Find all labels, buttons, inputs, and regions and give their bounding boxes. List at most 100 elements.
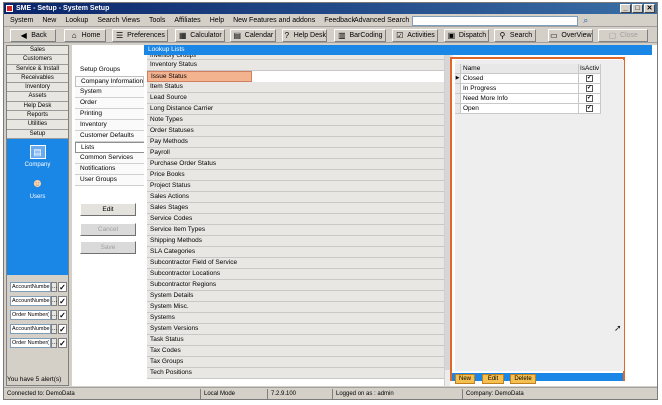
checkmark-icon[interactable]: ✓ bbox=[58, 309, 67, 320]
ellipsis-button[interactable]: ... bbox=[51, 295, 57, 306]
cell-name[interactable]: In Progress bbox=[461, 84, 579, 94]
column-header-isactive[interactable]: IsActiv bbox=[579, 64, 601, 74]
lookup-item-project-status[interactable]: Project Status bbox=[147, 181, 453, 192]
home-button[interactable]: ⌂ Home bbox=[64, 29, 106, 42]
maximize-button[interactable]: □ bbox=[632, 4, 643, 13]
lookup-item-shipping-methods[interactable]: Shipping Methods bbox=[147, 236, 453, 247]
barcoding-button[interactable]: ▥ BarCoding bbox=[334, 29, 386, 42]
nav-service-install[interactable]: Service & Install bbox=[7, 64, 68, 74]
account-field[interactable]: AccountNumbe bbox=[10, 295, 51, 306]
nav-receivables[interactable]: Receivables bbox=[7, 73, 68, 84]
new-button[interactable]: New bbox=[455, 374, 475, 384]
edit-button[interactable]: Edit bbox=[80, 203, 136, 216]
checkmark-icon[interactable]: ✓ bbox=[58, 295, 67, 306]
cell-isactive[interactable]: ✓ bbox=[579, 104, 601, 114]
cancel-button[interactable]: Cancel bbox=[80, 223, 136, 236]
search-go-icon[interactable]: ⌕ bbox=[580, 15, 591, 26]
lookup-item-lead-source[interactable]: Lead Source bbox=[147, 93, 453, 104]
lookup-item-task-status[interactable]: Task Status bbox=[147, 335, 453, 346]
table-row[interactable]: ▶ Closed ✓ bbox=[455, 74, 601, 84]
table-row[interactable]: Open ✓ bbox=[455, 104, 601, 114]
order-field[interactable]: Order Number( bbox=[10, 309, 51, 320]
table-row[interactable]: In Progress ✓ bbox=[455, 84, 601, 94]
cell-isactive[interactable]: ✓ bbox=[579, 84, 601, 94]
isactive-checkbox[interactable]: ✓ bbox=[586, 95, 593, 102]
lookup-item-tax-groups[interactable]: Tax Groups bbox=[147, 357, 453, 368]
checkmark-icon[interactable]: ✓ bbox=[58, 281, 67, 292]
tab-common-services[interactable]: Common Services bbox=[75, 153, 144, 164]
column-header-name[interactable]: Name bbox=[461, 64, 579, 74]
tab-printing[interactable]: Printing bbox=[75, 109, 144, 120]
lookup-item-price-books[interactable]: Price Books bbox=[147, 170, 453, 181]
help-desk-button[interactable]: ? Help Desk bbox=[282, 29, 327, 42]
lookup-item-systems[interactable]: Systems bbox=[147, 313, 453, 324]
cell-name[interactable]: Open bbox=[461, 104, 579, 114]
tab-lists[interactable]: Lists bbox=[75, 142, 144, 153]
tab-inventory[interactable]: Inventory bbox=[75, 120, 144, 131]
nav-setup[interactable]: Setup bbox=[7, 129, 68, 139]
cell-name[interactable]: Need More Info bbox=[461, 94, 579, 104]
nav-help-desk[interactable]: Help Desk bbox=[7, 101, 68, 112]
close-window-button[interactable]: ✕ bbox=[644, 4, 655, 13]
nav-reports[interactable]: Reports bbox=[7, 111, 68, 121]
lookup-item-order-statuses[interactable]: Order Statuses bbox=[147, 126, 453, 137]
table-row[interactable]: Need More Info ✓ bbox=[455, 94, 601, 104]
calendar-button[interactable]: ▤ Calendar bbox=[230, 29, 276, 42]
overview-button[interactable]: ▭ OverView bbox=[548, 29, 593, 42]
tab-company-information[interactable]: Company Information bbox=[75, 76, 144, 87]
lookup-item-subcontractor-field-of-service[interactable]: Subcontractor Field of Service bbox=[147, 258, 453, 269]
lookup-item-service-item-types[interactable]: Service Item Types bbox=[147, 225, 453, 236]
grid-edit-button[interactable]: Edit bbox=[482, 374, 504, 384]
lookup-item-system-details[interactable]: System Details bbox=[147, 291, 453, 302]
isactive-checkbox[interactable]: ✓ bbox=[586, 85, 593, 92]
ellipsis-button[interactable]: ... bbox=[51, 323, 57, 334]
account-field[interactable]: AccountNumbe bbox=[10, 281, 51, 292]
lookup-item-issue-status[interactable]: Issue Status bbox=[147, 71, 252, 82]
close-button[interactable]: ▢ Close bbox=[598, 29, 648, 42]
ellipsis-button[interactable]: ... bbox=[51, 309, 57, 320]
lookup-item-service-codes[interactable]: Service Codes bbox=[147, 214, 453, 225]
search-button[interactable]: ⚲ Search bbox=[494, 29, 536, 42]
activities-button[interactable]: ☑ Activities bbox=[392, 29, 438, 42]
lookup-item-sla-categories[interactable]: SLA Categories bbox=[147, 247, 453, 258]
account-field[interactable]: AccountNumbe bbox=[10, 323, 51, 334]
ellipsis-button[interactable]: ... bbox=[51, 337, 57, 348]
calculator-button[interactable]: ▦ Calculator bbox=[175, 29, 225, 42]
lookup-item-payroll[interactable]: Payroll bbox=[147, 148, 453, 159]
nav-assets[interactable]: Assets bbox=[7, 92, 68, 102]
lookup-item-pay-methods[interactable]: Pay Methods bbox=[147, 137, 453, 148]
cell-isactive[interactable]: ✓ bbox=[579, 74, 601, 84]
nav-users[interactable]: ☻ Users bbox=[7, 177, 68, 200]
lookup-item-purchase-order-status[interactable]: Purchase Order Status bbox=[147, 159, 453, 170]
isactive-checkbox[interactable]: ✓ bbox=[586, 105, 593, 112]
menu-search-views[interactable]: Search Views bbox=[97, 17, 140, 24]
nav-utilities[interactable]: Utilities bbox=[7, 120, 68, 130]
lookup-item-subcontractor-locations[interactable]: Subcontractor Locations bbox=[147, 269, 453, 280]
nav-sales[interactable]: Sales bbox=[7, 46, 68, 56]
checkmark-icon[interactable]: ✓ bbox=[58, 337, 67, 348]
save-button[interactable]: Save bbox=[80, 241, 136, 254]
lookup-item-note-types[interactable]: Note Types bbox=[147, 115, 453, 126]
tab-order[interactable]: Order bbox=[75, 98, 144, 109]
cell-name[interactable]: Closed bbox=[461, 74, 579, 84]
menu-lookup[interactable]: Lookup bbox=[65, 17, 88, 24]
lookup-item-long-distance-carrier[interactable]: Long Distance Carrier bbox=[147, 104, 453, 115]
delete-button[interactable]: Delete bbox=[510, 374, 536, 384]
order-field[interactable]: Order Number( bbox=[10, 337, 51, 348]
advanced-search-input[interactable] bbox=[412, 15, 579, 26]
tab-user-groups[interactable]: User Groups bbox=[75, 175, 144, 186]
lookup-item-subcontractor-regions[interactable]: Subcontractor Regions bbox=[147, 280, 453, 291]
tab-customer-defaults[interactable]: Customer Defaults bbox=[75, 131, 144, 142]
tab-system[interactable]: System bbox=[75, 87, 144, 98]
lookup-item-tax-codes[interactable]: Tax Codes bbox=[147, 346, 453, 357]
menu-tools[interactable]: Tools bbox=[149, 17, 165, 24]
nav-inventory[interactable]: Inventory bbox=[7, 83, 68, 93]
ellipsis-button[interactable]: ... bbox=[51, 281, 57, 292]
lookup-item-sales-actions[interactable]: Sales Actions bbox=[147, 192, 453, 203]
tab-notifications[interactable]: Notifications bbox=[75, 164, 144, 175]
back-button[interactable]: ◀ Back bbox=[10, 29, 56, 42]
lookup-item-system-versions[interactable]: System Versions bbox=[147, 324, 453, 335]
nav-company[interactable]: ▤ Company bbox=[7, 145, 68, 168]
lookup-item-system-misc[interactable]: System Misc. bbox=[147, 302, 453, 313]
cell-isactive[interactable]: ✓ bbox=[579, 94, 601, 104]
